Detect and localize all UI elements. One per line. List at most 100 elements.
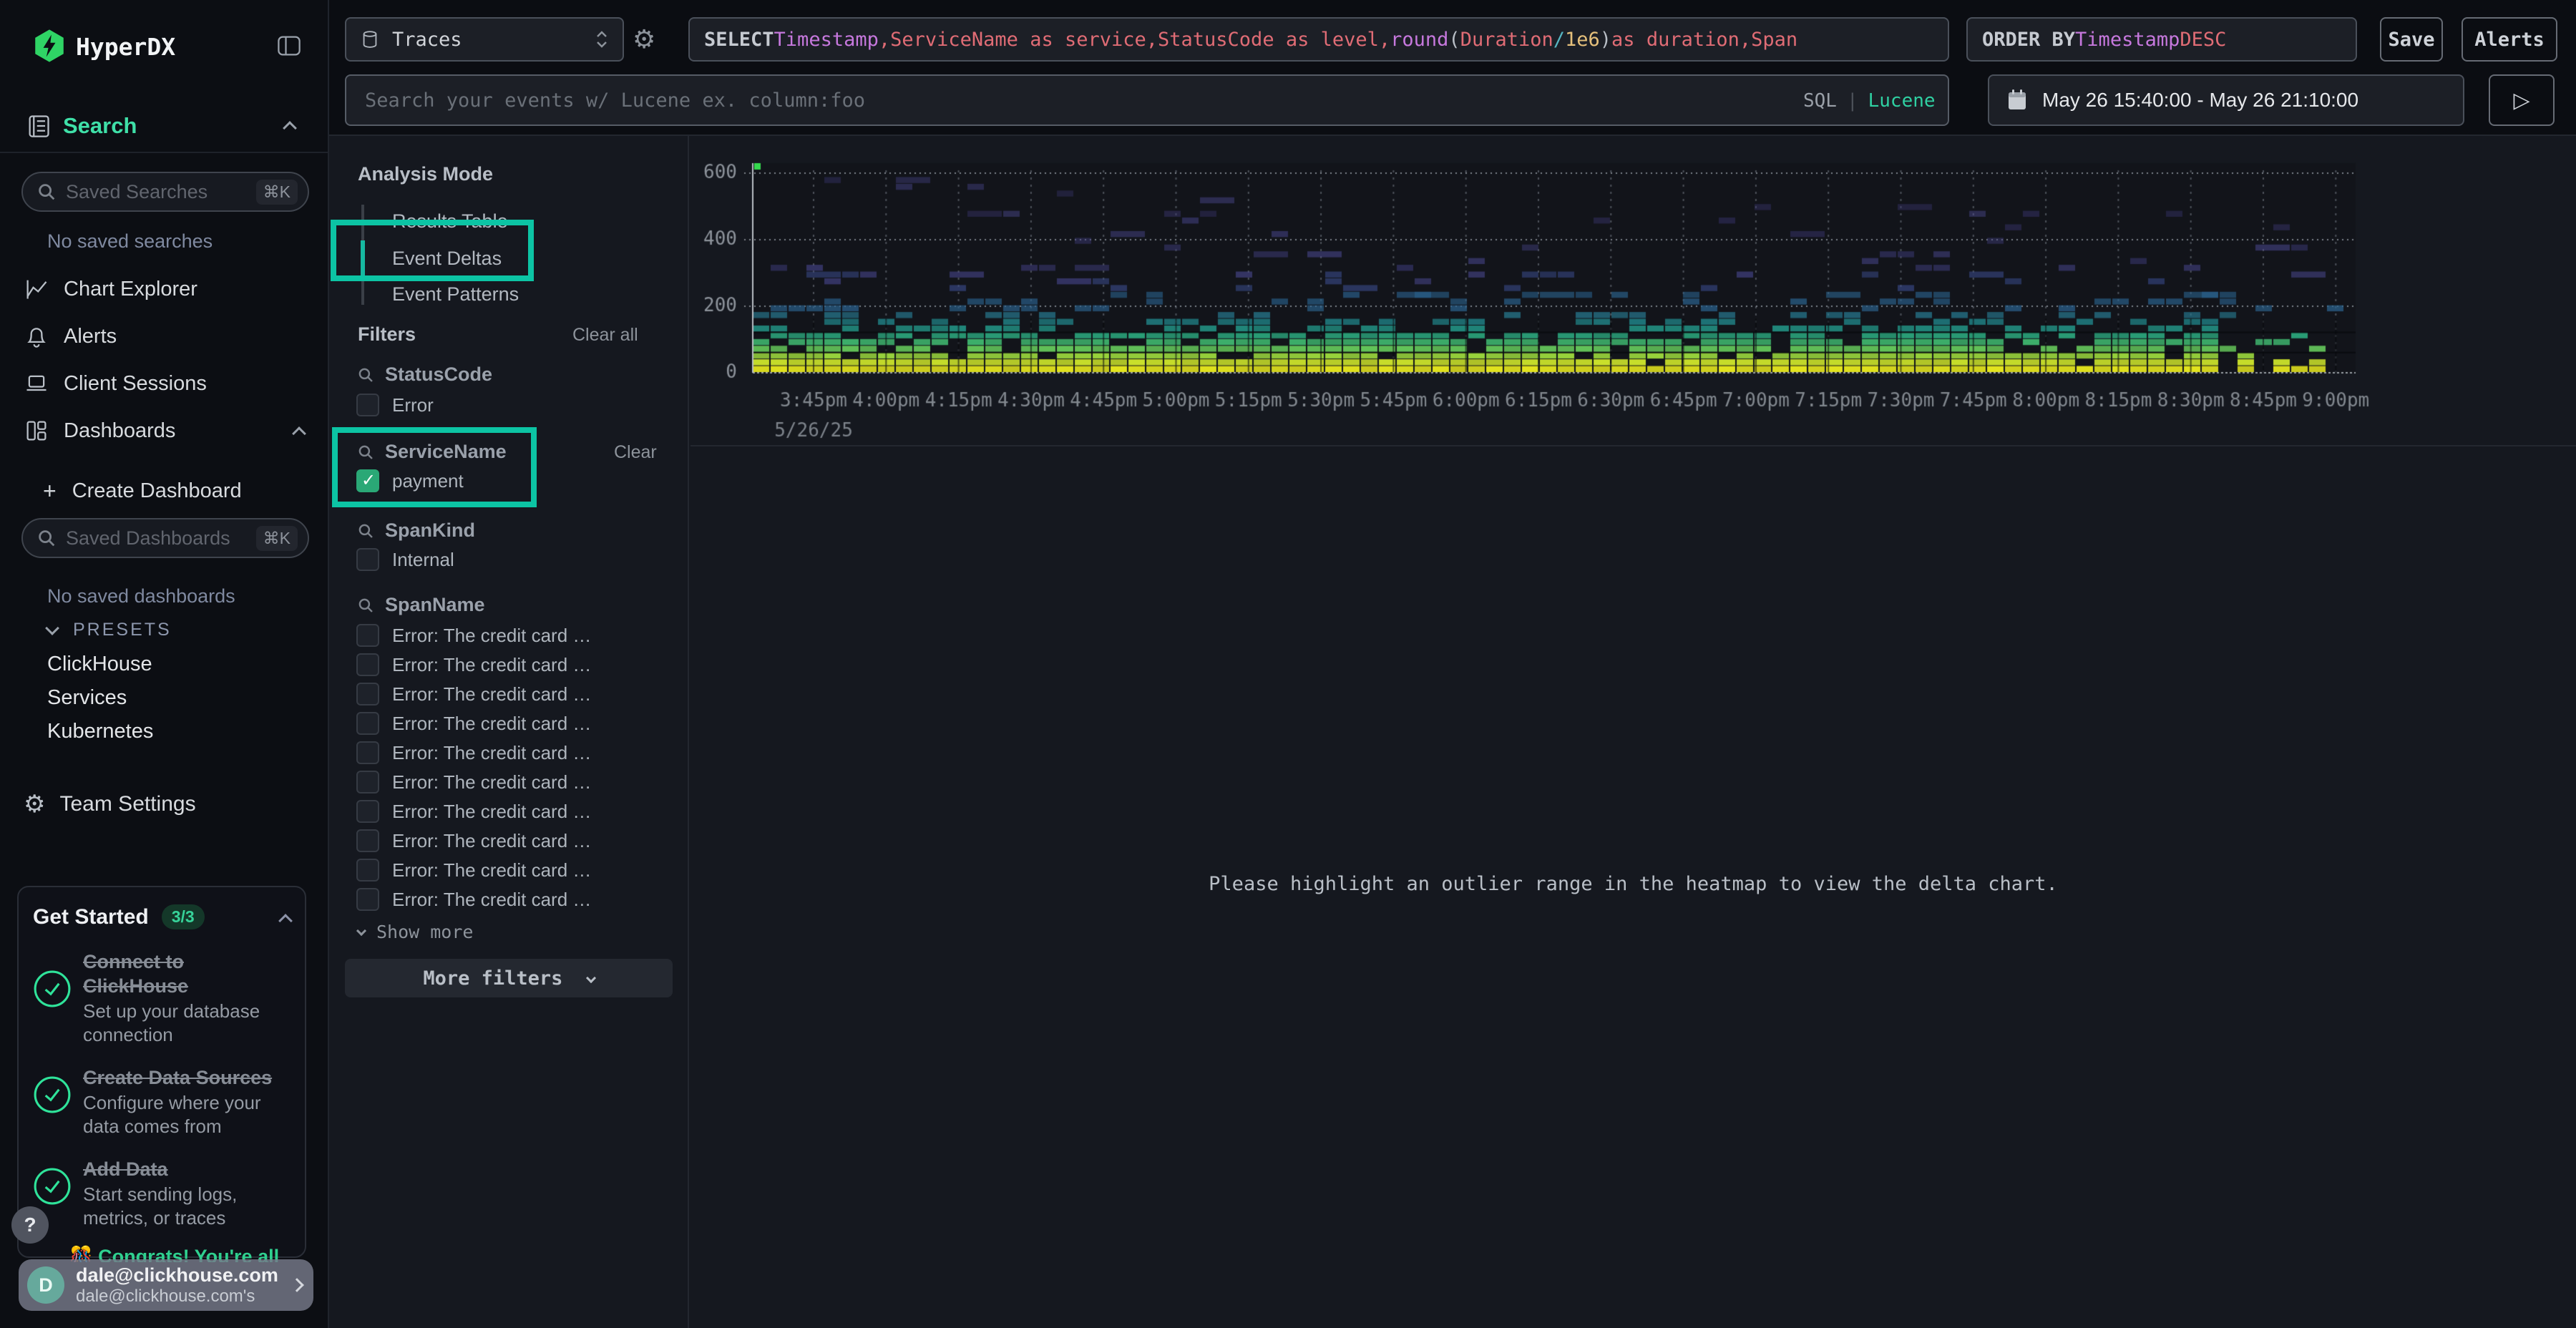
duration-heatmap-canvas[interactable] [691,136,2576,444]
nav-label: Chart Explorer [64,278,197,301]
run-query-button[interactable]: ▷ [2489,74,2555,126]
mode-event-patterns[interactable]: Event Patterns [392,283,519,306]
filter-group-spanname: SpanName [356,594,485,616]
save-button[interactable]: Save [2380,17,2443,62]
filter-option-spanname-6[interactable]: Error: The credit card … [356,800,591,823]
clear-servicename-link[interactable]: Clear [614,442,657,463]
checkbox-icon[interactable] [356,800,379,823]
filter-option-spanname-2[interactable]: Error: The credit card … [356,683,591,706]
checkbox-icon[interactable] [356,829,379,852]
lang-lucene-option[interactable]: Lucene [1868,90,1936,112]
checkbox-icon[interactable] [356,548,379,571]
filter-option-spanname-7[interactable]: Error: The credit card … [356,829,591,852]
sidebar-item-search[interactable]: Search [63,113,137,139]
more-filters-label: More filters [423,967,562,990]
checkbox-icon[interactable] [356,859,379,882]
filter-option-error[interactable]: Error [356,394,434,416]
lang-sql-option[interactable]: SQL [1803,90,1837,112]
create-dashboard-label: Create Dashboard [72,479,242,503]
question-icon: ? [24,1214,36,1236]
sidebar-item-team-settings[interactable]: ⚙ Team Settings [24,791,196,817]
filter-option-spanname-5[interactable]: Error: The credit card … [356,771,591,794]
create-dashboard-button[interactable]: + Create Dashboard [43,478,242,504]
search-icon[interactable] [356,366,375,384]
checkbox-icon[interactable] [356,888,379,911]
sidebar-item-client-sessions[interactable]: Client Sessions [24,371,207,396]
preset-item-clickhouse[interactable]: ClickHouse [47,653,152,676]
source-settings-button[interactable]: ⚙ [633,24,655,54]
sidebar-item-dashboards[interactable]: Dashboards [24,418,304,444]
filter-option-payment[interactable]: payment [356,469,464,492]
mode-results-table[interactable]: Results Table [392,210,508,233]
checkbox-icon[interactable] [356,394,379,416]
filter-option-label: Internal [392,549,454,571]
get-started-card: Get Started 3/3 Connect to ClickHouse Se… [17,886,306,1258]
event-search-input[interactable] [345,74,1949,126]
task-connect-clickhouse[interactable]: Connect to ClickHouse Set up your databa… [33,949,291,1047]
filter-option-label: Error: The credit card … [392,771,591,794]
avatar: D [27,1266,64,1304]
saved-dashboards-input[interactable]: Saved Dashboards ⌘K [21,518,309,558]
preset-item-kubernetes[interactable]: Kubernetes [47,720,153,743]
sidebar-item-alerts[interactable]: Alerts [24,323,117,349]
preset-item-services[interactable]: Services [47,686,127,710]
mode-rail-active [361,240,365,276]
source-select[interactable]: Traces [345,17,624,62]
task-create-data-sources[interactable]: Create Data Sources Configure where your… [33,1065,291,1138]
filter-option-label: Error: The credit card … [392,830,591,852]
nav-label: Dashboards [64,419,280,443]
alerts-button[interactable]: Alerts [2462,17,2557,62]
divider [691,445,2576,446]
nav-label: Alerts [64,325,117,348]
filter-option-spanname-3[interactable]: Error: The credit card … [356,712,591,735]
filter-option-spanname-8[interactable]: Error: The credit card … [356,859,591,882]
show-more-link[interactable]: Show more [358,922,473,942]
search-icon[interactable] [356,522,375,540]
checkbox-checked-icon[interactable] [356,469,379,492]
no-saved-searches-text: No saved searches [47,230,213,253]
main-content: Analysis Mode Results Table Event Deltas… [329,136,2576,1328]
saved-dashboards-placeholder: Saved Dashboards [66,527,256,550]
search-icon[interactable] [356,443,375,462]
task-desc: Configure where your data comes from [83,1091,291,1138]
search-icon[interactable] [356,596,375,615]
chevron-down-icon [356,925,366,935]
filter-option-label: Error: The credit card … [392,654,591,676]
task-title: Connect to ClickHouse [83,949,291,998]
filter-option-spanname-9[interactable]: Error: The credit card … [356,888,591,911]
filter-option-internal[interactable]: Internal [356,548,454,571]
checkbox-icon[interactable] [356,683,379,706]
saved-searches-input[interactable]: Saved Searches ⌘K [21,172,309,212]
sidebar-item-chart-explorer[interactable]: Chart Explorer [24,276,197,302]
sql-select-editor[interactable]: SELECT Timestamp, ServiceName as service… [688,17,1949,62]
more-filters-button[interactable]: More filters [345,959,673,997]
get-started-collapse-icon[interactable] [278,914,293,928]
mode-event-deltas[interactable]: Event Deltas [392,248,502,270]
presets-toggle[interactable]: PRESETS [47,620,172,640]
sidebar-collapse-icon[interactable] [276,33,302,59]
checkbox-icon[interactable] [356,653,379,676]
checkbox-icon[interactable] [356,741,379,764]
hyperdx-app: HyperDX Search Saved Searches ⌘K No save… [0,0,2576,1328]
user-menu[interactable]: D dale@clickhouse.com dale@clickhouse.co… [19,1259,313,1311]
date-range-value: May 26 15:40:00 - May 26 21:10:00 [2042,89,2358,112]
search-section-collapse-icon[interactable] [283,121,297,135]
help-button[interactable]: ? [11,1206,49,1244]
sql-orderby-editor[interactable]: ORDER BY Timestamp DESC [1966,17,2357,62]
dashboards-collapse-icon[interactable] [292,426,306,441]
filter-option-spanname-0[interactable]: Error: The credit card … [356,624,591,647]
checkbox-icon[interactable] [356,624,379,647]
checkbox-icon[interactable] [356,771,379,794]
filter-group-servicename: ServiceName [356,441,507,463]
plus-icon: + [43,478,57,504]
filter-option-spanname-4[interactable]: Error: The credit card … [356,741,591,764]
checkbox-icon[interactable] [356,712,379,735]
filter-group-name: StatusCode [385,363,492,386]
clear-all-link[interactable]: Clear all [572,325,638,346]
calendar-icon [2006,89,2028,112]
shortcut-badge: ⌘K [256,180,298,205]
filter-option-spanname-1[interactable]: Error: The credit card … [356,653,591,676]
date-range-picker[interactable]: May 26 15:40:00 - May 26 21:10:00 [1988,74,2464,126]
task-add-data[interactable]: Add Data Start sending logs, metrics, or… [33,1157,291,1230]
chevron-down-icon [586,972,596,982]
